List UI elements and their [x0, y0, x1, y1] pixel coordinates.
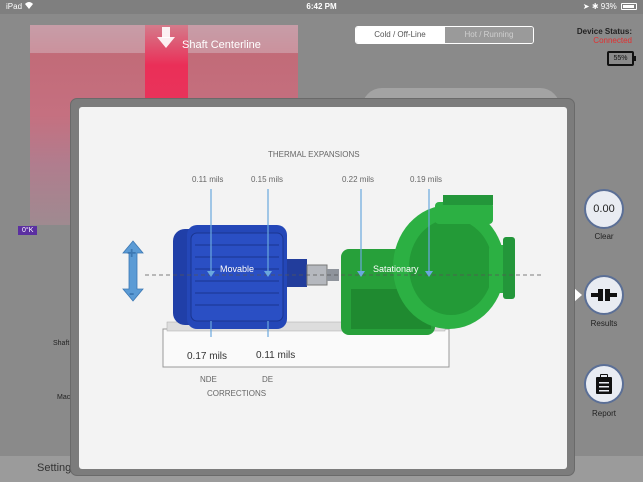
- report-label: Report: [591, 409, 616, 418]
- correction-value: 0.11 mils: [256, 350, 296, 361]
- plus-sign: +: [127, 245, 137, 262]
- dialog-content: THERMAL EXPANSIONS 0.11 mils 0.15 mils 0…: [79, 107, 567, 469]
- down-arrow-icon: [157, 27, 175, 48]
- system-battery-icon: [621, 3, 637, 10]
- pump-illustration: [341, 195, 515, 335]
- cold-offline-option[interactable]: Cold / Off-Line: [356, 27, 444, 43]
- clear-button[interactable]: 0.00: [584, 189, 624, 229]
- shaft-label: Shaft: [53, 340, 70, 347]
- foot-de-label: DE: [262, 375, 274, 384]
- results-label: Results: [590, 319, 618, 328]
- bluetooth-icon: ✱: [591, 2, 599, 11]
- device-battery-percent: 55%: [613, 55, 628, 62]
- thermal-expansion-dialog[interactable]: THERMAL EXPANSIONS 0.11 mils 0.15 mils 0…: [70, 98, 575, 476]
- foot-nde-label: NDE: [200, 375, 217, 384]
- results-button[interactable]: [584, 275, 624, 315]
- report-button[interactable]: [584, 364, 624, 404]
- corrections-title: CORRECTIONS: [207, 389, 267, 398]
- clear-value: 0.00: [593, 203, 615, 215]
- selected-pointer: [574, 288, 582, 302]
- coupling-icon: [591, 289, 617, 301]
- motor-illustration: [173, 225, 307, 329]
- motor-label: Movable: [220, 264, 255, 274]
- clock: 6:42 PM: [306, 2, 337, 11]
- minus-sign: -: [129, 285, 135, 302]
- temperature-badge: 0°K: [18, 226, 38, 235]
- pump-motor-illustration: [122, 189, 541, 368]
- settings-tab[interactable]: Setting: [37, 462, 71, 474]
- clear-label: Clear: [594, 232, 614, 241]
- hot-running-option[interactable]: Hot / Running: [444, 27, 533, 43]
- mode-toggle[interactable]: Cold / Off-Line Hot / Running: [355, 26, 534, 44]
- status-bar: iPad 6:42 PM ➤ ✱ 93%: [0, 0, 643, 14]
- clipboard-icon: [596, 374, 612, 394]
- system-battery-percent: 93%: [600, 2, 617, 11]
- device-status-label: Device Status:: [576, 27, 632, 36]
- device-battery-icon: 55%: [607, 51, 636, 66]
- heatmap-title: Shaft Centerline: [182, 39, 261, 51]
- correction-value: 0.17 mils: [187, 351, 228, 362]
- pump-label: Satationary: [373, 264, 419, 274]
- location-icon: ➤: [582, 2, 590, 11]
- device-status: Device Status: Connected: [577, 27, 632, 45]
- system-status: ➤ ✱ 93%: [583, 2, 637, 11]
- device-status-value: Connected: [593, 36, 632, 45]
- machine-label: Mac: [57, 394, 71, 401]
